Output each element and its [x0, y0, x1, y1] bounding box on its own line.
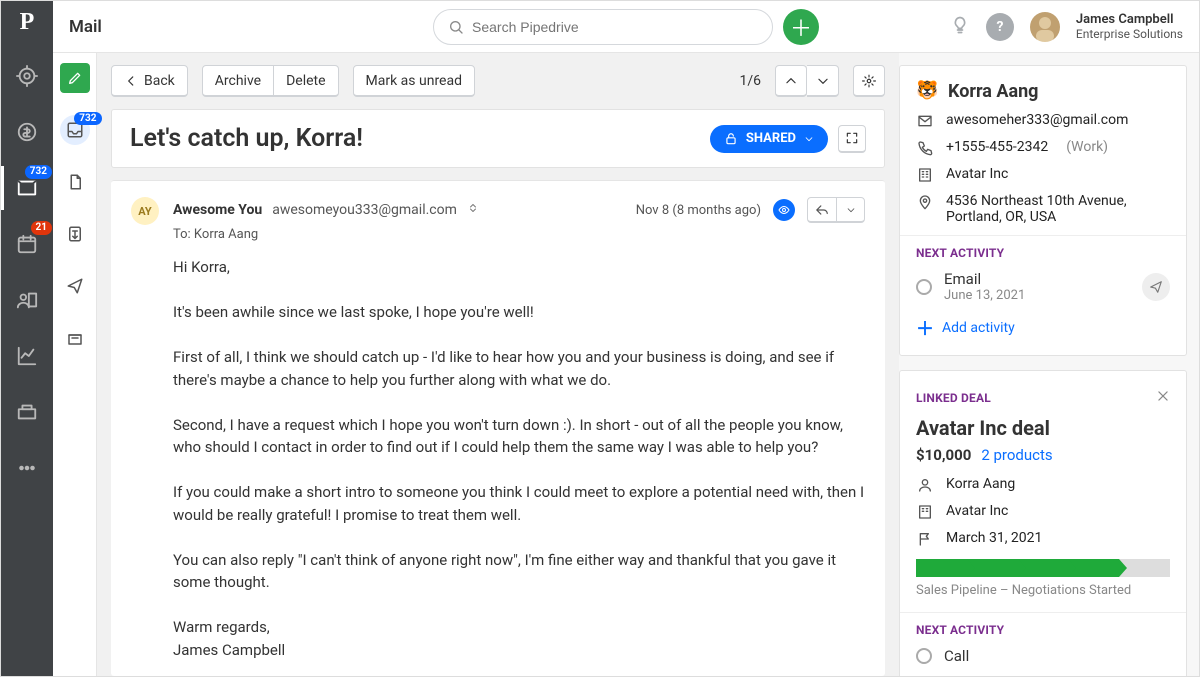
expand-recipients-icon[interactable] [467, 202, 479, 218]
activity-checkbox[interactable] [916, 648, 932, 664]
reply-icon [808, 198, 836, 221]
nav-mail-icon[interactable]: 732 [1, 172, 53, 204]
expand-button[interactable] [838, 125, 866, 153]
inbox-badge: 732 [74, 112, 101, 125]
deal-person[interactable]: Korra Aang [946, 476, 1015, 492]
deal-next-activity-label: NEXT ACTIVITY [916, 623, 1170, 637]
archive-button[interactable]: Archive [202, 65, 274, 97]
linked-deal-panel: LINKED DEAL Avatar Inc deal $10,000 2 pro… [899, 370, 1187, 676]
nav-focus-icon[interactable] [1, 60, 53, 92]
nav-more-icon[interactable] [1, 452, 53, 484]
user-menu[interactable]: James Campbell Enterprise Solutions [1076, 12, 1183, 42]
phone-type: (Work) [1066, 139, 1108, 155]
mail-toolbar: Back Archive Delete Mark as unread 1/6 [111, 65, 885, 97]
contact-avatar-icon: 🐯 [916, 80, 938, 102]
pipeline-stages[interactable] [916, 559, 1170, 577]
user-avatar[interactable] [1030, 12, 1060, 42]
person-icon [916, 477, 934, 493]
help-icon[interactable]: ? [986, 13, 1014, 41]
tracking-icon[interactable] [773, 199, 795, 221]
activity-checkbox[interactable] [916, 279, 932, 295]
calendar-badge: 21 [31, 221, 52, 235]
inbox-button[interactable]: 732 [60, 115, 90, 145]
message-date: Nov 8 (8 months ago) [636, 203, 761, 218]
app-rail: P 732 21 [1, 1, 53, 676]
search-input[interactable] [472, 19, 758, 35]
deal-amount: $10,000 [916, 446, 971, 464]
message-1: AY Awesome You awesomeyou333@gmail.com N… [111, 180, 885, 676]
compose-button[interactable] [60, 63, 90, 93]
contact-org[interactable]: Avatar Inc [946, 166, 1008, 182]
mail-sidebar: 732 [53, 53, 97, 676]
deal-title[interactable]: Avatar Inc deal [916, 416, 1170, 440]
search-icon [448, 19, 464, 35]
hints-icon[interactable] [950, 15, 970, 39]
archive-icon[interactable] [60, 219, 90, 249]
unlink-deal-icon[interactable] [1156, 389, 1170, 406]
drafts-icon[interactable] [60, 167, 90, 197]
linked-deal-label: LINKED DEAL [916, 391, 991, 405]
thread-subject: Let's catch up, Korra! [130, 124, 363, 153]
reply-button[interactable] [807, 197, 865, 223]
next-activity-row[interactable]: EmailJune 13, 2021 [916, 270, 1170, 303]
phone-icon [916, 140, 934, 156]
contact-name[interactable]: Korra Aang [948, 81, 1038, 102]
thread-settings-button[interactable] [853, 65, 885, 97]
deal-date: March 31, 2021 [946, 530, 1042, 546]
pipeline-stage-text: Sales Pipeline – Negotiations Started [916, 583, 1170, 598]
activity-type: Email [944, 270, 1025, 288]
nav-contacts-icon[interactable] [1, 284, 53, 316]
nav-insights-icon[interactable] [1, 340, 53, 372]
deal-next-activity-row[interactable]: Call [916, 647, 1170, 665]
subject-bar: Let's catch up, Korra! SHARED [111, 109, 885, 168]
to-line: To: Korra Aang [173, 227, 865, 242]
contact-phone[interactable]: +1555-455-2342 [946, 139, 1048, 155]
page-title: Mail [69, 17, 102, 37]
nav-deals-icon[interactable] [1, 116, 53, 148]
outbox-icon[interactable] [60, 323, 90, 353]
email-icon [916, 113, 934, 129]
prev-thread-button[interactable] [775, 65, 807, 97]
search-field[interactable] [433, 9, 773, 45]
next-thread-button[interactable] [807, 65, 839, 97]
deal-org[interactable]: Avatar Inc [946, 503, 1008, 519]
reply-dropdown-icon[interactable] [836, 198, 864, 221]
activity-go-icon[interactable] [1142, 273, 1170, 301]
sender-email: awesomeyou333@gmail.com [272, 202, 457, 218]
message-body: Hi Korra, It's been awhile since we last… [173, 256, 865, 661]
location-icon [916, 194, 934, 210]
mail-badge: 732 [25, 165, 52, 179]
contact-email[interactable]: awesomeher333@gmail.com [946, 112, 1128, 128]
context-panel: 🐯 Korra Aang awesomeher333@gmail.com +155… [899, 53, 1199, 676]
nav-calendar-icon[interactable]: 21 [1, 228, 53, 260]
sender-name: Awesome You [173, 202, 262, 218]
flag-icon [916, 531, 934, 547]
logo[interactable]: P [20, 9, 35, 36]
contact-panel: 🐯 Korra Aang awesomeher333@gmail.com +155… [899, 65, 1187, 356]
sent-icon[interactable] [60, 271, 90, 301]
delete-button[interactable]: Delete [274, 65, 338, 97]
nav-products-icon[interactable] [1, 396, 53, 428]
shared-toggle[interactable]: SHARED [710, 125, 828, 153]
user-company: Enterprise Solutions [1076, 27, 1183, 41]
add-activity-button[interactable]: ＋Add activity [916, 315, 1170, 341]
mail-content: Back Archive Delete Mark as unread 1/6 [97, 53, 899, 676]
next-activity-label: NEXT ACTIVITY [916, 246, 1170, 260]
thread-counter: 1/6 [739, 73, 761, 89]
activity-type: Call [944, 647, 969, 665]
contact-address: 4536 Northeast 10th Avenue, Portland, OR… [946, 193, 1170, 225]
deal-products[interactable]: 2 products [981, 446, 1052, 464]
global-add-button[interactable]: ＋ [783, 9, 819, 45]
mark-unread-button[interactable]: Mark as unread [353, 65, 475, 97]
back-button[interactable]: Back [111, 65, 188, 97]
sender-avatar: AY [131, 197, 159, 225]
user-name: James Campbell [1076, 12, 1183, 28]
org-icon [916, 167, 934, 183]
org-icon [916, 504, 934, 520]
header-bar: Mail ＋ ? James Campbell Enterprise Solut… [53, 1, 1199, 53]
activity-date: June 13, 2021 [944, 288, 1025, 303]
